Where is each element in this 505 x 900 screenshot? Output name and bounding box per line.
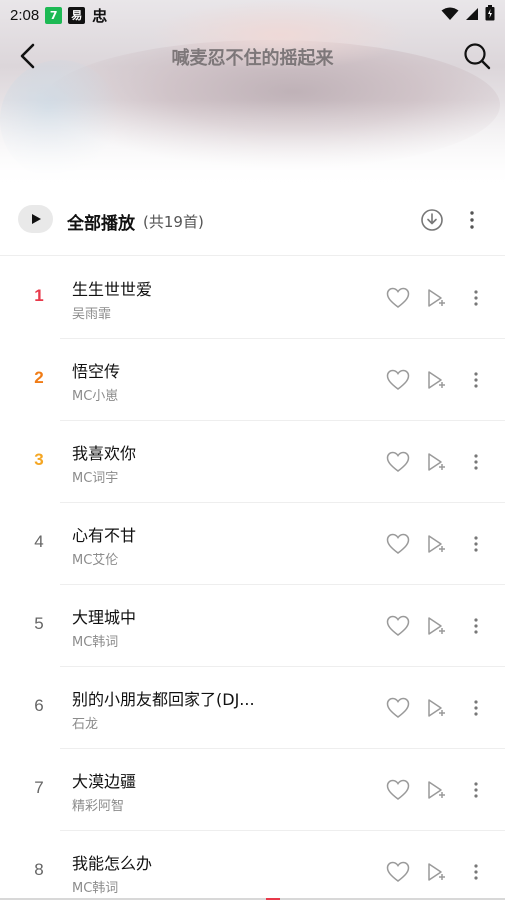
heart-icon[interactable] xyxy=(385,530,411,558)
share-icon[interactable] xyxy=(424,530,450,558)
play-all-button[interactable] xyxy=(18,205,53,233)
song-artist: MC词宇 xyxy=(72,471,119,486)
song-rank: 6 xyxy=(34,696,44,715)
heart-icon[interactable] xyxy=(385,284,411,312)
more-vertical-icon[interactable] xyxy=(466,694,486,722)
song-rank: 3 xyxy=(34,450,44,469)
play-all-row[interactable]: 全部播放 (共19首) xyxy=(0,190,505,256)
song-rank: 8 xyxy=(34,860,44,879)
song-artist: MC小崽 xyxy=(72,389,119,404)
play-icon xyxy=(30,210,42,229)
more-vertical-icon[interactable] xyxy=(466,612,486,640)
top-bar: 喊麦忍不住的摇起来 xyxy=(0,32,505,80)
song-row[interactable]: 2 悟空传 MC小崽 xyxy=(0,339,505,421)
song-rank: 7 xyxy=(34,778,44,797)
more-vertical-icon[interactable] xyxy=(466,858,486,886)
song-title[interactable]: 我喜欢你 xyxy=(72,440,362,464)
song-count: (共19首) xyxy=(143,213,204,231)
share-icon[interactable] xyxy=(424,284,450,312)
song-row[interactable]: 6 别的小朋友都回家了(DJ... 石龙 xyxy=(0,667,505,749)
more-vertical-icon[interactable] xyxy=(466,284,486,312)
song-rank: 5 xyxy=(34,614,44,633)
playlist-title: 喊麦忍不住的摇起来 xyxy=(171,48,334,69)
download-icon[interactable] xyxy=(419,207,445,233)
song-row[interactable]: 5 大理城中 MC韩词 xyxy=(0,585,505,667)
heart-icon[interactable] xyxy=(385,612,411,640)
song-title[interactable]: 大理城中 xyxy=(72,604,362,628)
more-vertical-icon[interactable] xyxy=(462,207,482,233)
song-row[interactable]: 1 生生世世爱 吴雨霏 xyxy=(0,257,505,339)
song-artist: 石龙 xyxy=(72,717,99,732)
song-artist: 精彩阿智 xyxy=(72,799,125,814)
song-row[interactable]: 4 心有不甘 MC艾伦 xyxy=(0,503,505,585)
heart-icon[interactable] xyxy=(385,858,411,886)
song-row[interactable]: 8 我能怎么办 MC韩词 xyxy=(0,831,505,900)
song-row[interactable]: 3 我喜欢你 MC词宇 xyxy=(0,421,505,503)
app-notification-icon: 忠 xyxy=(92,6,108,25)
more-vertical-icon[interactable] xyxy=(466,448,486,476)
song-artist: MC艾伦 xyxy=(72,553,119,568)
share-icon[interactable] xyxy=(424,694,450,722)
song-artist: MC韩词 xyxy=(72,635,119,650)
app-notification-icon: 易 xyxy=(68,6,86,24)
heart-icon[interactable] xyxy=(385,776,411,804)
song-title[interactable]: 生生世世爱 xyxy=(72,276,362,300)
share-icon[interactable] xyxy=(424,612,450,640)
song-row[interactable]: 7 大漠边疆 精彩阿智 xyxy=(0,749,505,831)
status-bar: 2:08 7 易 忠 xyxy=(0,0,505,30)
heart-icon[interactable] xyxy=(385,366,411,394)
more-vertical-icon[interactable] xyxy=(466,776,486,804)
status-time: 2:08 xyxy=(10,6,40,24)
battery-icon xyxy=(485,5,495,25)
song-rank: 4 xyxy=(34,532,44,551)
song-title[interactable]: 悟空传 xyxy=(72,358,362,382)
song-title[interactable]: 我能怎么办 xyxy=(72,850,362,874)
share-icon[interactable] xyxy=(424,776,450,804)
more-vertical-icon[interactable] xyxy=(466,366,486,394)
signal-icon xyxy=(465,6,479,25)
share-icon[interactable] xyxy=(424,448,450,476)
song-artist: 吴雨霏 xyxy=(72,307,112,322)
play-all-label[interactable]: 全部播放 xyxy=(67,209,135,234)
share-icon[interactable] xyxy=(424,366,450,394)
song-title[interactable]: 大漠边疆 xyxy=(72,768,362,792)
share-icon[interactable] xyxy=(424,858,450,886)
search-icon[interactable] xyxy=(461,40,493,72)
song-list: 1 生生世世爱 吴雨霏 2 悟空传 MC小崽 3 我喜欢你 MC词宇 4 心有不… xyxy=(0,257,505,900)
song-artist: MC韩词 xyxy=(72,881,119,896)
heart-icon[interactable] xyxy=(385,448,411,476)
heart-icon[interactable] xyxy=(385,694,411,722)
song-rank: 1 xyxy=(34,286,44,305)
more-vertical-icon[interactable] xyxy=(466,530,486,558)
back-arrow-icon[interactable] xyxy=(12,40,44,72)
song-rank: 2 xyxy=(34,368,44,387)
wifi-icon xyxy=(441,6,459,25)
app-notification-icon: 7 xyxy=(45,6,63,24)
song-title[interactable]: 心有不甘 xyxy=(72,522,362,546)
song-title[interactable]: 别的小朋友都回家了(DJ... xyxy=(72,686,362,710)
